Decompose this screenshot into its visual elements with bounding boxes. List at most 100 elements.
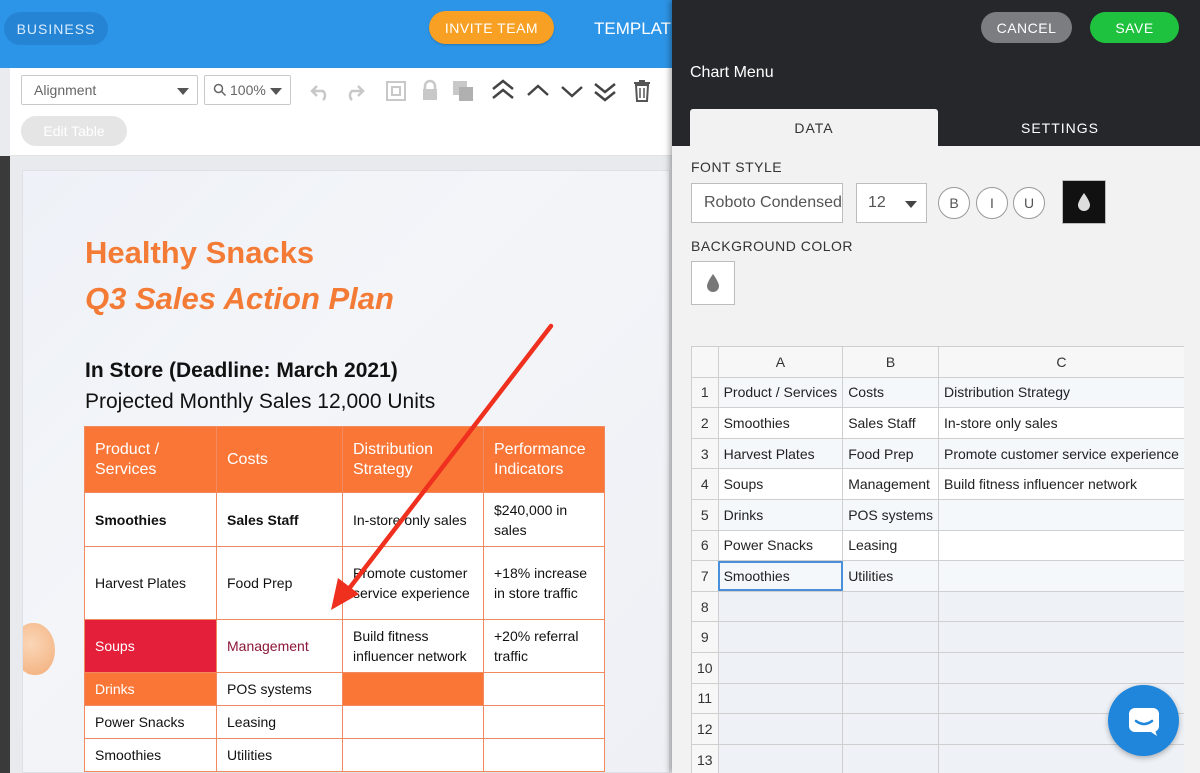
grid-cell[interactable]: Promote customer service experience — [937, 437, 1184, 470]
grid-cell[interactable] — [842, 621, 939, 653]
grid-cell[interactable]: Sales Staff — [842, 407, 939, 439]
grid-cell[interactable]: Drinks — [717, 498, 844, 531]
table-cell[interactable] — [483, 672, 605, 706]
redo-icon[interactable] — [342, 80, 366, 102]
table-cell[interactable]: Harvest Plates — [84, 546, 217, 620]
tab-data[interactable]: DATA — [690, 109, 938, 146]
grid-cell[interactable]: Harvest Plates — [717, 437, 844, 470]
grid-cell[interactable] — [937, 560, 1184, 592]
grid-cell[interactable] — [842, 713, 939, 745]
background-color-swatch[interactable] — [691, 261, 735, 305]
delete-icon[interactable] — [632, 79, 652, 103]
droplet-icon — [1078, 193, 1090, 211]
document-subtitle[interactable]: Q3 Sales Action Plan — [85, 281, 394, 317]
business-button[interactable]: BUSINESS — [4, 12, 108, 45]
grid-cell[interactable]: Smoothies — [717, 560, 844, 592]
table-cell[interactable]: Promote customer service experience — [342, 546, 484, 620]
decorative-image — [23, 623, 55, 675]
invite-team-button[interactable]: INVITE TEAM — [429, 11, 554, 44]
section-subheading[interactable]: Projected Monthly Sales 12,000 Units — [85, 390, 435, 414]
table-cell[interactable]: Utilities — [216, 738, 343, 772]
section-heading[interactable]: In Store (Deadline: March 2021) — [85, 359, 398, 383]
grid-cell[interactable] — [937, 651, 1184, 684]
font-color-swatch[interactable] — [1062, 180, 1106, 224]
undo-icon[interactable] — [309, 80, 333, 102]
save-button[interactable]: SAVE — [1090, 12, 1179, 43]
grid-column-header[interactable]: C — [937, 346, 1184, 378]
move-up-icon[interactable] — [525, 78, 551, 104]
grid-cell[interactable]: Product / Services — [717, 376, 844, 409]
grid-cell[interactable]: Food Prep — [842, 437, 939, 470]
grid-cell[interactable] — [937, 590, 1184, 623]
font-family-select[interactable]: Roboto Condensed — [691, 183, 843, 223]
grid-cell[interactable]: Leasing — [842, 529, 939, 562]
table-cell[interactable]: In-store only sales — [342, 492, 484, 547]
table-cell[interactable]: Smoothies — [84, 492, 217, 547]
alignment-select[interactable]: Alignment — [21, 75, 198, 105]
grid-cell[interactable]: POS systems — [842, 498, 939, 531]
lock-icon[interactable] — [420, 79, 440, 103]
duplicate-icon[interactable] — [451, 79, 475, 103]
move-down-icon[interactable] — [559, 78, 585, 104]
table-cell[interactable]: Drinks — [84, 672, 217, 706]
table-cell[interactable]: Sales Staff — [216, 492, 343, 547]
table-cell[interactable]: Build fitness influencer network — [342, 619, 484, 673]
grid-cell[interactable] — [717, 651, 844, 684]
table-cell[interactable] — [483, 738, 605, 772]
templates-link[interactable]: TEMPLATE — [594, 19, 682, 39]
grid-cell[interactable] — [842, 651, 939, 684]
grid-cell[interactable]: In-store only sales — [937, 407, 1184, 439]
tab-settings[interactable]: SETTINGS — [938, 109, 1182, 146]
table-cell[interactable]: +18% increase in store traffic — [483, 546, 605, 620]
chat-button[interactable] — [1108, 685, 1179, 756]
chevron-down-icon — [177, 88, 189, 95]
grid-cell[interactable] — [937, 621, 1184, 653]
grid-column-header[interactable]: A — [717, 346, 844, 378]
table-cell[interactable]: Soups — [84, 619, 217, 673]
table-cell[interactable]: Leasing — [216, 705, 343, 739]
underline-button[interactable]: U — [1013, 187, 1045, 219]
bold-button[interactable]: B — [938, 187, 970, 219]
edit-table-button[interactable]: Edit Table — [21, 116, 127, 146]
zoom-select[interactable]: 100% — [204, 75, 291, 105]
grid-cell[interactable]: Smoothies — [717, 407, 844, 439]
table-cell[interactable] — [342, 738, 484, 772]
table-cell[interactable]: Management — [216, 619, 343, 673]
table-cell[interactable] — [483, 705, 605, 739]
table-cell[interactable] — [342, 705, 484, 739]
grid-cell[interactable] — [842, 590, 939, 623]
grid-cell[interactable] — [842, 743, 939, 773]
grid-cell[interactable]: Utilities — [842, 560, 939, 592]
grid-cell[interactable] — [717, 743, 844, 773]
table-cell[interactable]: Power Snacks — [84, 705, 217, 739]
table-row: Drinks POS systems — [84, 672, 605, 706]
grid-column-header[interactable]: B — [842, 346, 939, 378]
cancel-button[interactable]: CANCEL — [981, 12, 1072, 43]
grid-cell[interactable]: Distribution Strategy — [937, 376, 1184, 409]
grid-cell[interactable] — [717, 621, 844, 653]
grid-cell[interactable]: Management — [842, 468, 939, 500]
grid-cell[interactable] — [937, 529, 1184, 562]
grid-cell[interactable] — [717, 682, 844, 715]
table-cell[interactable]: Smoothies — [84, 738, 217, 772]
sales-table[interactable]: Product / Services Costs Distribution St… — [84, 426, 605, 772]
italic-button[interactable]: I — [976, 187, 1008, 219]
grid-cell[interactable]: Build fitness influencer network — [937, 468, 1184, 500]
grid-cell[interactable] — [937, 498, 1184, 531]
font-size-select[interactable]: 12 — [856, 183, 927, 223]
send-to-back-icon[interactable] — [592, 78, 618, 104]
table-cell[interactable]: $240,000 in sales — [483, 492, 605, 547]
grid-cell[interactable]: Soups — [717, 468, 844, 500]
document-title[interactable]: Healthy Snacks — [85, 235, 314, 271]
group-icon[interactable] — [384, 79, 408, 103]
grid-cell[interactable]: Costs — [842, 376, 939, 409]
table-cell[interactable] — [342, 672, 484, 706]
table-cell[interactable]: Food Prep — [216, 546, 343, 620]
grid-cell[interactable]: Power Snacks — [717, 529, 844, 562]
table-cell[interactable]: POS systems — [216, 672, 343, 706]
grid-cell[interactable] — [717, 713, 844, 745]
table-cell[interactable]: +20% referral traffic — [483, 619, 605, 673]
grid-cell[interactable] — [717, 590, 844, 623]
grid-cell[interactable] — [842, 682, 939, 715]
bring-to-front-icon[interactable] — [490, 78, 516, 104]
